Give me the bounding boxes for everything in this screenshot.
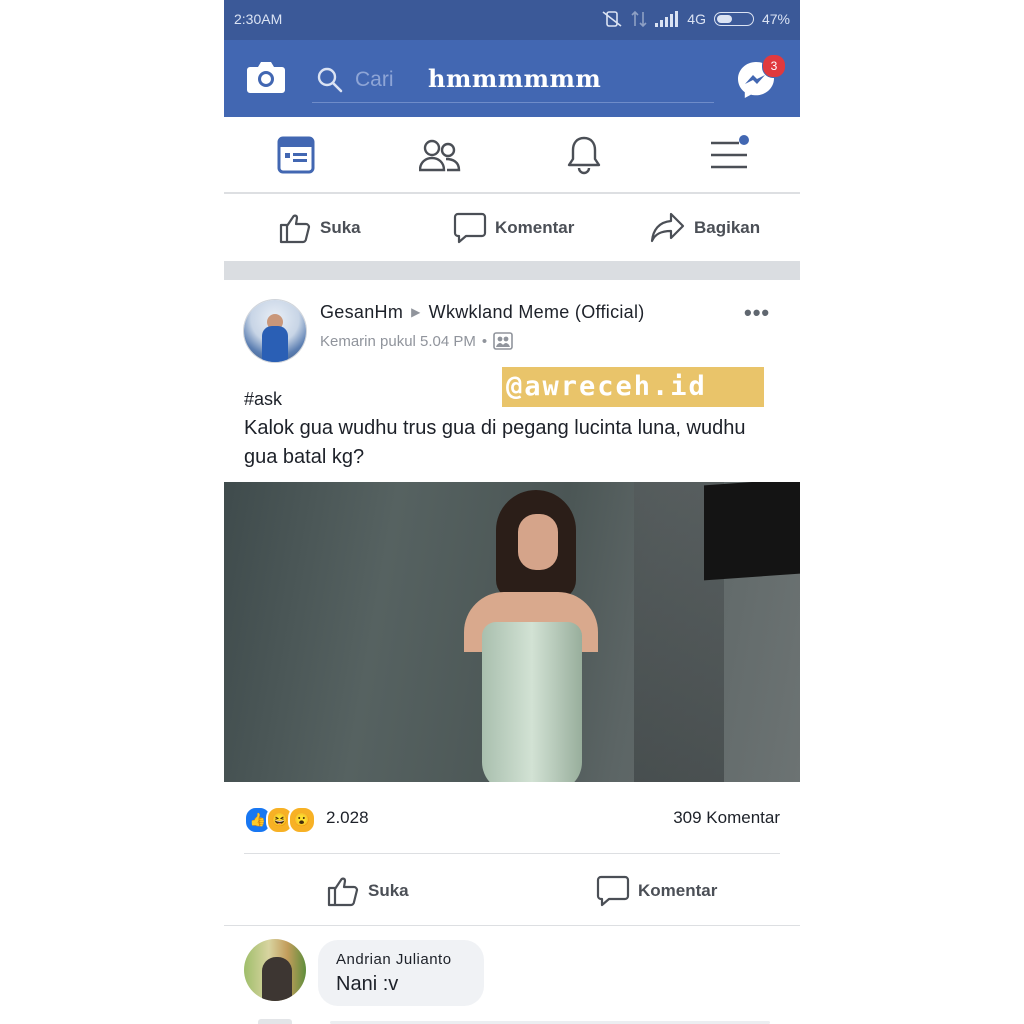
search-input[interactable]: Cari hmmmmmm	[312, 56, 714, 103]
messenger-badge: 3	[762, 54, 786, 78]
status-icons: 4G 47%	[601, 10, 790, 28]
photo-softbox	[704, 482, 800, 581]
comment-button[interactable]: Komentar	[453, 211, 574, 245]
status-time: 2:30AM	[234, 11, 283, 27]
network-type: 4G	[687, 11, 706, 27]
comment-bubble[interactable]: Andrian Julianto Nani :v	[318, 940, 484, 1006]
battery-icon	[713, 12, 754, 26]
feed-icon[interactable]	[276, 135, 316, 175]
like-label: Suka	[320, 218, 361, 237]
battery-fill	[716, 15, 733, 23]
post-like-button[interactable]: Suka	[326, 874, 409, 908]
post-photo[interactable]	[224, 482, 800, 782]
next-avatar-peek	[258, 1019, 292, 1024]
post-author-line: GesanHm ▶ Wkwkland Meme (Official)	[320, 302, 645, 323]
reaction-count[interactable]: 2.028	[326, 808, 369, 828]
watermark: @awreceh.id	[502, 367, 764, 407]
search-typed-text: hmmmmmm	[428, 64, 602, 93]
post-comment-label: Komentar	[638, 881, 718, 900]
signal-icon	[655, 11, 679, 27]
post-actions: Suka Komentar	[224, 857, 800, 923]
facebook-app: 2:30AM 4G 47% Cari hmmmmmm 3 Suka Koment…	[224, 0, 800, 1024]
messenger-button[interactable]: 3	[736, 54, 786, 105]
author-name[interactable]: GesanHm	[320, 302, 403, 322]
reaction-icons[interactable]: 👍 😆 😮	[244, 806, 316, 834]
photo-face	[518, 514, 558, 570]
post-stats: 👍 😆 😮 2.028 309 Komentar	[224, 800, 800, 836]
group-name[interactable]: Wkwkland Meme (Official)	[429, 302, 645, 322]
next-comment-peek	[244, 1019, 780, 1024]
divider	[224, 925, 800, 926]
commenter-figure	[262, 957, 292, 1001]
friends-icon[interactable]	[419, 135, 461, 175]
post-meta: Kemarin pukul 5.04 PM •	[320, 332, 513, 350]
wow-reaction-icon: 😮	[288, 806, 316, 834]
vibrate-off-icon	[602, 11, 622, 27]
post-like-label: Suka	[368, 881, 409, 900]
post-text: Kalok gua wudhu trus gua di pegang lucin…	[244, 417, 746, 468]
comment-count[interactable]: 309 Komentar	[673, 808, 780, 828]
bell-icon[interactable]	[566, 135, 602, 175]
comment-text: Nani :v	[336, 973, 399, 995]
status-bar: 2:30AM 4G 47%	[224, 0, 800, 40]
share-icon	[650, 212, 685, 243]
comment-label: Komentar	[495, 218, 575, 237]
more-options-icon[interactable]: •••	[744, 300, 770, 326]
avatar-figure	[262, 326, 288, 362]
comment-icon	[453, 212, 487, 244]
commenter-name[interactable]: Andrian Julianto	[336, 951, 452, 968]
post-timestamp[interactable]: Kemarin pukul 5.04 PM	[320, 333, 476, 350]
divider	[244, 853, 780, 854]
author-avatar[interactable]	[244, 300, 306, 362]
thumbs-up-icon	[327, 877, 359, 907]
previous-post-actions: Suka Komentar Bagikan	[224, 194, 800, 260]
group-audience-icon	[493, 332, 513, 350]
search-icon	[317, 67, 343, 93]
share-button[interactable]: Bagikan	[650, 211, 760, 245]
share-label: Bagikan	[694, 218, 761, 237]
comment-icon	[596, 875, 630, 907]
battery-percent: 47%	[761, 11, 790, 27]
photo-dress	[482, 622, 582, 782]
nav-tabs	[224, 117, 800, 194]
like-button[interactable]: Suka	[278, 211, 361, 245]
post-comment-button[interactable]: Komentar	[596, 874, 717, 908]
top-bar: Cari hmmmmmm 3	[224, 40, 800, 117]
search-placeholder: Cari	[355, 68, 394, 91]
menu-icon[interactable]	[709, 135, 751, 175]
commenter-avatar[interactable]	[244, 939, 306, 1001]
feed-separator	[224, 261, 800, 280]
arrow-right-icon: ▶	[411, 305, 421, 319]
camera-icon[interactable]	[246, 59, 286, 95]
data-transfer-icon	[631, 10, 647, 28]
thumbs-up-icon	[279, 214, 311, 244]
separator-dot: •	[481, 332, 488, 350]
